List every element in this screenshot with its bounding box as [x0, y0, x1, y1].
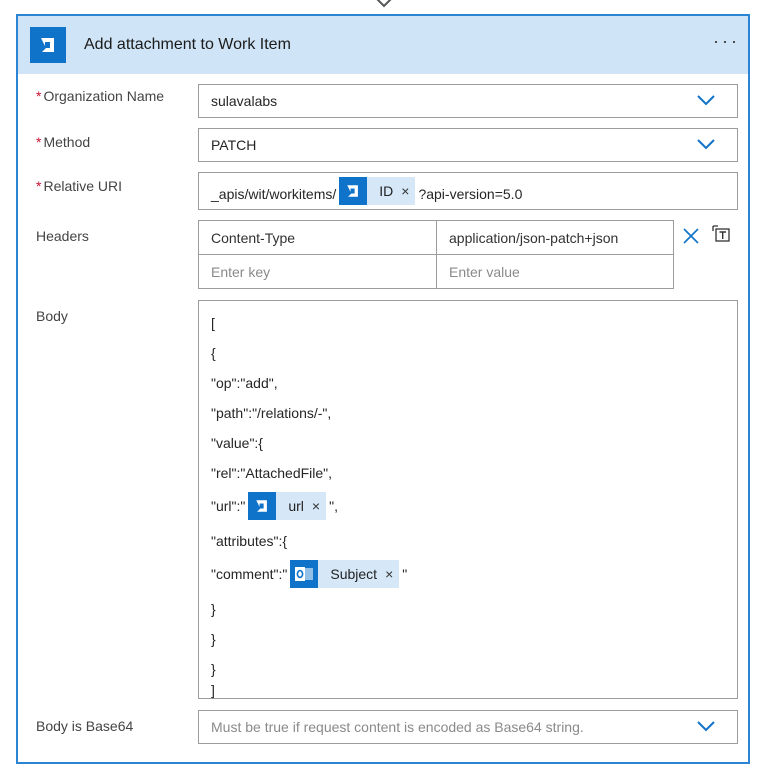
header-value-placeholder[interactable]: Enter value — [436, 254, 674, 289]
body-line: "attributes":{ — [211, 533, 288, 549]
body-line: { — [211, 345, 216, 361]
header-row-empty: Enter key Enter value — [198, 254, 674, 289]
comment-suffix: " — [402, 566, 408, 582]
method-dropdown[interactable]: PATCH — [198, 128, 738, 162]
subject-token-label: Subject — [330, 566, 378, 582]
method-value: PATCH — [211, 137, 257, 153]
body-line: "path":"/relations/-", — [211, 405, 332, 421]
body-line: "op":"add", — [211, 375, 278, 391]
chevron-down-icon — [697, 95, 715, 106]
organization-dropdown[interactable]: sulavalabs — [198, 84, 738, 118]
more-options-button[interactable]: ··· — [713, 32, 740, 50]
organization-value: sulavalabs — [211, 93, 278, 109]
url-prefix: "url":" — [211, 498, 246, 514]
switch-to-text-mode-icon[interactable] — [712, 224, 732, 244]
uri-suffix: ?api-version=5.0 — [418, 186, 523, 202]
organization-label: * Organization Name — [36, 88, 165, 104]
chevron-down-icon — [697, 721, 715, 732]
body-line: ] — [211, 682, 215, 698]
card-header[interactable]: Add attachment to Work Item ··· — [18, 16, 748, 74]
method-label: * Method — [36, 134, 91, 150]
relative-uri-input[interactable]: _apis/wit/workitems/ ID × ?api-version=5… — [198, 172, 738, 210]
body-base64-label: Body is Base64 — [36, 718, 134, 734]
subject-token[interactable]: Subject × — [290, 560, 400, 588]
headers-label: Headers — [36, 228, 89, 244]
url-token-label: url — [288, 498, 304, 514]
flow-connector-arrow-icon — [376, 0, 392, 8]
chevron-down-icon — [697, 139, 715, 150]
remove-token-icon[interactable]: × — [312, 498, 320, 514]
url-token[interactable]: url × — [248, 492, 327, 520]
outlook-icon — [290, 560, 319, 588]
header-key-input[interactable]: Content-Type — [198, 220, 437, 255]
delete-header-icon[interactable] — [682, 227, 700, 245]
azure-devops-icon — [339, 177, 368, 205]
body-input[interactable]: [ { "op":"add", "path":"/relations/-", "… — [198, 300, 738, 699]
header-key-placeholder[interactable]: Enter key — [198, 254, 437, 289]
body-line-url: "url":" url × ", — [211, 491, 338, 521]
body-line-comment: "comment":" Subject × " — [211, 559, 407, 589]
uri-prefix: _apis/wit/workitems/ — [211, 186, 337, 202]
id-token[interactable]: ID × — [339, 177, 416, 205]
remove-token-icon[interactable]: × — [385, 566, 393, 582]
action-card: Add attachment to Work Item ··· * Organiz… — [16, 14, 750, 764]
body-line: } — [211, 601, 216, 617]
body-line: [ — [211, 315, 215, 331]
headers-table: Content-Type application/json-patch+json… — [198, 220, 674, 289]
header-value-input[interactable]: application/json-patch+json — [436, 220, 674, 255]
body-line: } — [211, 631, 216, 647]
body-label: Body — [36, 308, 68, 324]
body-line: } — [211, 661, 216, 677]
id-token-label: ID — [379, 183, 394, 199]
card-title: Add attachment to Work Item — [84, 36, 291, 53]
body-line: "rel":"AttachedFile", — [211, 465, 333, 481]
comment-prefix: "comment":" — [211, 566, 288, 582]
relative-uri-label: * Relative URI — [36, 178, 123, 194]
body-line: "value":{ — [211, 435, 263, 451]
azure-devops-icon — [30, 27, 66, 63]
url-suffix: ", — [329, 498, 338, 514]
azure-devops-icon — [248, 492, 277, 520]
body-base64-placeholder: Must be true if request content is encod… — [211, 719, 584, 735]
header-row: Content-Type application/json-patch+json — [198, 220, 674, 255]
remove-token-icon[interactable]: × — [401, 183, 409, 199]
body-base64-dropdown[interactable]: Must be true if request content is encod… — [198, 710, 738, 744]
